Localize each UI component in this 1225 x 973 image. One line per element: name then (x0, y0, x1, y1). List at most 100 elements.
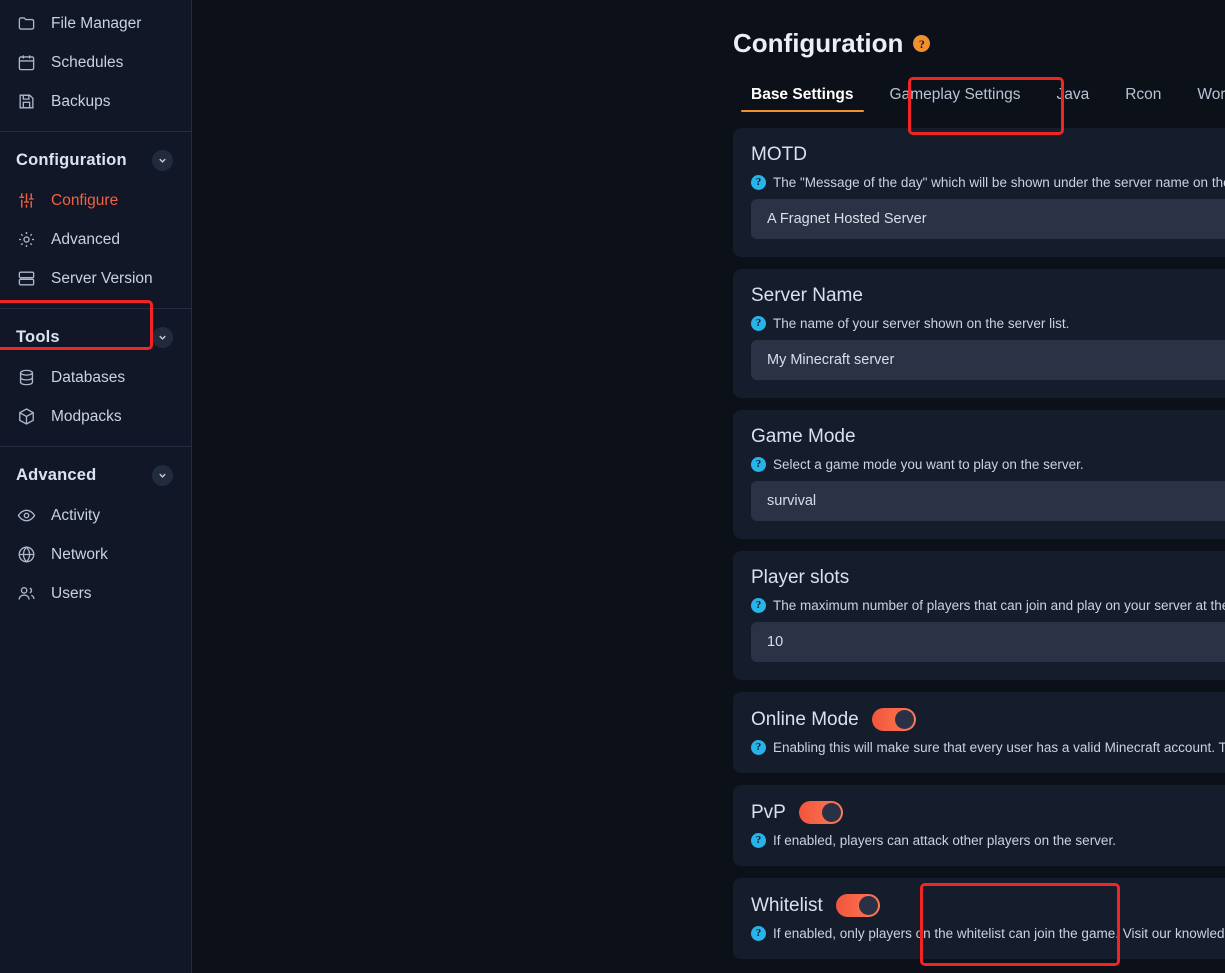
help-icon[interactable]: ? (751, 740, 766, 755)
page-title: Configuration (733, 28, 904, 58)
sidebar-item-server-version[interactable]: Server Version (0, 259, 191, 298)
help-icon[interactable]: ? (913, 35, 931, 52)
setting-description: ? Select a game mode you want to play on… (751, 457, 1225, 472)
sidebar-item-advanced[interactable]: Advanced (0, 220, 191, 259)
setting-description: ? If enabled, players can attack other p… (751, 833, 1225, 848)
help-icon[interactable]: ? (751, 175, 766, 190)
pvp-toggle[interactable] (798, 801, 843, 824)
calendar-icon (16, 52, 37, 73)
sidebar-group-title: Tools (16, 328, 60, 346)
sidebar-item-backups[interactable]: Backups (0, 82, 191, 121)
setting-description-text: The name of your server shown on the ser… (773, 316, 1070, 331)
sidebar-group-header-advanced[interactable]: Advanced (0, 451, 191, 496)
tab-gameplay-settings[interactable]: Gameplay Settings (872, 76, 1039, 116)
help-icon[interactable]: ? (751, 316, 766, 331)
setting-header-row: Online Mode (751, 708, 1225, 731)
setting-description-text: If enabled, only players on the whitelis… (773, 926, 1225, 941)
toggle-knob (858, 896, 878, 915)
sidebar-item-activity[interactable]: Activity (0, 496, 191, 535)
chevron-down-icon[interactable] (152, 465, 173, 486)
toggle-knob (821, 803, 841, 822)
tab-world[interactable]: World (1179, 76, 1225, 116)
sidebar-item-network[interactable]: Network (0, 535, 191, 574)
setting-description-text: The "Message of the day" which will be s… (773, 175, 1225, 190)
sidebar-group-title: Advanced (16, 466, 97, 484)
settings-tabs: Base Settings Gameplay Settings Java Rco… (733, 76, 1225, 116)
sidebar: File Manager Schedules Backups Configura… (0, 0, 192, 973)
setting-description: ? Enabling this will make sure that ever… (751, 740, 1225, 755)
setting-card-online-mode: Online Mode ? Enabling this will make su… (733, 692, 1225, 773)
setting-card-player-slots: Player slots ? The maximum number of pla… (733, 551, 1225, 680)
setting-title: Online Mode (751, 708, 859, 730)
sidebar-item-schedules[interactable]: Schedules (0, 43, 191, 82)
page-header: Configuration ? (733, 0, 1225, 59)
sidebar-item-configure[interactable]: Configure (0, 181, 191, 220)
sidebar-item-label: Users (51, 584, 92, 602)
eye-icon (16, 505, 37, 526)
whitelist-toggle[interactable] (835, 894, 880, 917)
settings-list: MOTD ? The "Message of the day" which wi… (733, 128, 1225, 959)
sidebar-item-label: Server Version (51, 269, 153, 287)
chevron-down-icon[interactable] (152, 327, 173, 348)
sidebar-item-label: Network (51, 545, 108, 563)
help-icon[interactable]: ? (751, 457, 766, 472)
setting-header-row: Whitelist (751, 894, 1225, 917)
setting-title: Game Mode (751, 426, 856, 447)
sidebar-item-file-manager[interactable]: File Manager (0, 4, 191, 43)
sidebar-item-label: File Manager (51, 14, 142, 32)
sidebar-group-header-configuration[interactable]: Configuration (0, 136, 191, 181)
tab-label: Gameplay Settings (889, 86, 1021, 103)
setting-title: Whitelist (751, 894, 823, 916)
sidebar-group-title: Configuration (16, 151, 127, 169)
main-content: Configuration ? Base Settings Gameplay S… (192, 0, 1225, 973)
setting-card-pvp: PvP ? If enabled, players can attack oth… (733, 785, 1225, 866)
sidebar-item-label: Activity (51, 506, 101, 524)
sidebar-top-group: File Manager Schedules Backups (0, 0, 191, 131)
setting-description: ? The name of your server shown on the s… (751, 316, 1225, 331)
sidebar-group-tools: Tools Databases Modpacks (0, 308, 191, 446)
setting-header-row: PvP (751, 801, 1225, 824)
tab-label: World (1197, 86, 1225, 103)
setting-description: ? The maximum number of players that can… (751, 598, 1225, 613)
setting-description: ? If enabled, only players on the whitel… (751, 926, 1225, 941)
sliders-icon (16, 190, 37, 211)
tab-java[interactable]: Java (1038, 76, 1107, 116)
setting-description-text: Select a game mode you want to play on t… (773, 457, 1084, 472)
sidebar-item-users[interactable]: Users (0, 574, 191, 613)
app-root: File Manager Schedules Backups Configura… (0, 0, 1225, 973)
game-mode-selected-value: survival (767, 493, 817, 509)
chevron-down-icon[interactable] (152, 150, 173, 171)
setting-description-text: Enabling this will make sure that every … (773, 740, 1225, 755)
database-icon (16, 367, 37, 388)
help-icon[interactable]: ? (751, 598, 766, 613)
motd-input[interactable]: A Fragnet Hosted Server (751, 199, 1225, 239)
tab-label: Rcon (1125, 86, 1162, 103)
sidebar-group-configuration: Configuration Configure Advanced Server … (0, 131, 191, 350)
sidebar-item-label: Advanced (51, 230, 120, 248)
save-icon (16, 91, 37, 112)
tab-label: Base Settings (751, 86, 854, 103)
tab-label: Java (1056, 86, 1090, 103)
package-icon (16, 406, 37, 427)
gear-icon (16, 229, 37, 250)
help-icon[interactable]: ? (751, 926, 766, 941)
setting-title: Server Name (751, 285, 863, 306)
online-mode-toggle[interactable] (871, 708, 916, 731)
help-icon[interactable]: ? (751, 833, 766, 848)
game-mode-select[interactable]: survival (751, 481, 1225, 521)
sidebar-item-label: Modpacks (51, 407, 122, 425)
server-icon (16, 268, 37, 289)
tab-base-settings[interactable]: Base Settings (733, 76, 872, 116)
sidebar-group-header-tools[interactable]: Tools (0, 313, 191, 358)
users-icon (16, 583, 37, 604)
sidebar-item-databases[interactable]: Databases (0, 358, 191, 397)
setting-card-motd: MOTD ? The "Message of the day" which wi… (733, 128, 1225, 257)
server-name-input[interactable]: My Minecraft server (751, 340, 1225, 380)
tab-rcon[interactable]: Rcon (1107, 76, 1179, 116)
setting-card-whitelist: Whitelist ? If enabled, only players on … (733, 878, 1225, 959)
sidebar-item-modpacks[interactable]: Modpacks (0, 397, 191, 436)
sidebar-item-label: Configure (51, 191, 119, 209)
player-slots-input[interactable]: 10 (751, 622, 1225, 662)
sidebar-item-label: Schedules (51, 53, 124, 71)
setting-card-game-mode: Game Mode ? Select a game mode you want … (733, 410, 1225, 539)
